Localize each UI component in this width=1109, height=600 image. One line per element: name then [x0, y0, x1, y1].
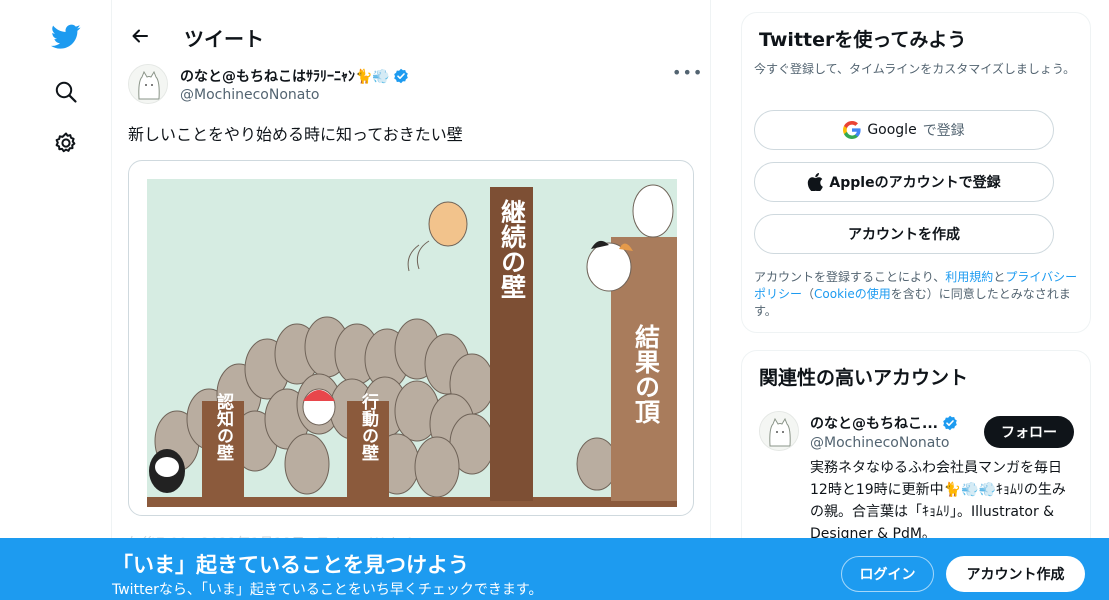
page-title: ツイート — [184, 27, 264, 51]
main-column: ツイート のなと@もちねこはｻﾗﾘｰﾆｬﾝ🐈💨 @MochinecoNonato — [112, 0, 711, 600]
summit-label: 結果の頂 — [632, 323, 661, 425]
terms-and: と — [993, 270, 1006, 284]
related-account-name[interactable]: のなと@もちねこ... — [810, 413, 958, 433]
verified-badge-icon — [943, 415, 957, 431]
related-account-handle[interactable]: @MochinecoNonato — [810, 435, 949, 451]
wall-label-continuation: 継続の壁 — [498, 198, 527, 299]
login-button[interactable]: ログイン — [841, 556, 934, 592]
app-root: ツイート のなと@もちねこはｻﾗﾘｰﾆｬﾝ🐈💨 @MochinecoNonato — [0, 0, 1109, 600]
google-logo-icon — [843, 121, 861, 139]
search-icon — [55, 81, 77, 103]
apple-logo-icon — [808, 173, 824, 191]
left-nav — [0, 0, 112, 600]
arrow-left-icon — [132, 29, 148, 43]
cat-avatar-icon — [129, 65, 167, 103]
back-button[interactable] — [122, 18, 158, 54]
google-signup-suffix: で登録 — [922, 123, 965, 139]
author-name-text: のなと@もちねこはｻﾗﾘｰﾆｬﾝ🐈💨 — [180, 69, 390, 85]
cookie-link[interactable]: Cookieの使用 — [814, 287, 891, 301]
related-account-bio: 実務ネタなゆるふわ会社員マンガを毎日12時と19時に更新中🐈💨💨ｷｮﾑﾘの生みの… — [810, 460, 1066, 542]
avatar[interactable] — [128, 64, 168, 104]
terms-notice: アカウントを登録することにより、利用規約とプライバシーポリシー（Cookieの使… — [754, 269, 1084, 320]
tweet-text: 新しいことをやり始める時に知っておきたい壁 — [128, 125, 463, 144]
wall-label-cognition: 認知の壁 — [213, 392, 235, 461]
signup-panel: Twitterを使ってみよう 今すぐ登録して、タイムラインをカスタマイズしましょ… — [741, 12, 1091, 333]
login-banner: 「いま」起きていることを見つけよう Twitterなら、「いま」起きていることを… — [0, 538, 1109, 600]
search-button[interactable] — [44, 70, 88, 114]
terms-link[interactable]: 利用規約 — [945, 270, 993, 284]
signup-button[interactable]: アカウント作成 — [946, 556, 1085, 592]
more-options-button[interactable]: ••• — [672, 64, 702, 88]
create-account-button[interactable]: アカウントを作成 — [754, 214, 1054, 254]
avatar[interactable] — [759, 411, 799, 451]
manga-illustration: 認知の壁 行動の壁 継続の壁 結果の頂 — [147, 179, 677, 507]
signup-title: Twitterを使ってみよう — [759, 29, 967, 51]
banner-subtitle: Twitterなら、「いま」起きていることをいち早くチェックできます。 — [112, 582, 543, 598]
wall-label-action: 行動の壁 — [358, 392, 380, 461]
author-handle[interactable]: @MochinecoNonato — [180, 87, 319, 103]
terms-paren: （ — [802, 287, 815, 301]
settings-button[interactable] — [44, 121, 88, 165]
signup-subtitle: 今すぐ登録して、タイムラインをカスタマイズしましょう。 — [754, 62, 1076, 76]
banner-title: 「いま」起きていることを見つけよう — [112, 553, 469, 577]
apple-signup-label: Appleのアカウントで登録 — [829, 175, 1001, 191]
related-title: 関連性の高いアカウント — [759, 367, 969, 389]
tweet-image[interactable]: 認知の壁 行動の壁 継続の壁 結果の頂 — [128, 160, 694, 516]
cat-avatar-icon — [760, 412, 798, 450]
apple-signup-button[interactable]: Appleのアカウントで登録 — [754, 162, 1054, 202]
tweet-header: ツイート — [112, 14, 711, 58]
verified-badge-icon — [394, 68, 408, 84]
twitter-bird-icon — [51, 24, 81, 49]
terms-prefix: アカウントを登録することにより、 — [754, 270, 946, 284]
twitter-logo-button[interactable] — [44, 15, 88, 59]
follow-button[interactable]: フォロー — [984, 416, 1074, 448]
author-name[interactable]: のなと@もちねこはｻﾗﾘｰﾆｬﾝ🐈💨 — [180, 66, 409, 86]
google-signup-label: Google — [867, 122, 917, 138]
related-name-text: のなと@もちねこ... — [810, 416, 938, 432]
google-signup-button[interactable]: Google で登録 — [754, 110, 1054, 150]
tweet-author: のなと@もちねこはｻﾗﾘｰﾆｬﾝ🐈💨 @MochinecoNonato ••• — [128, 64, 702, 108]
gear-icon — [55, 132, 76, 153]
